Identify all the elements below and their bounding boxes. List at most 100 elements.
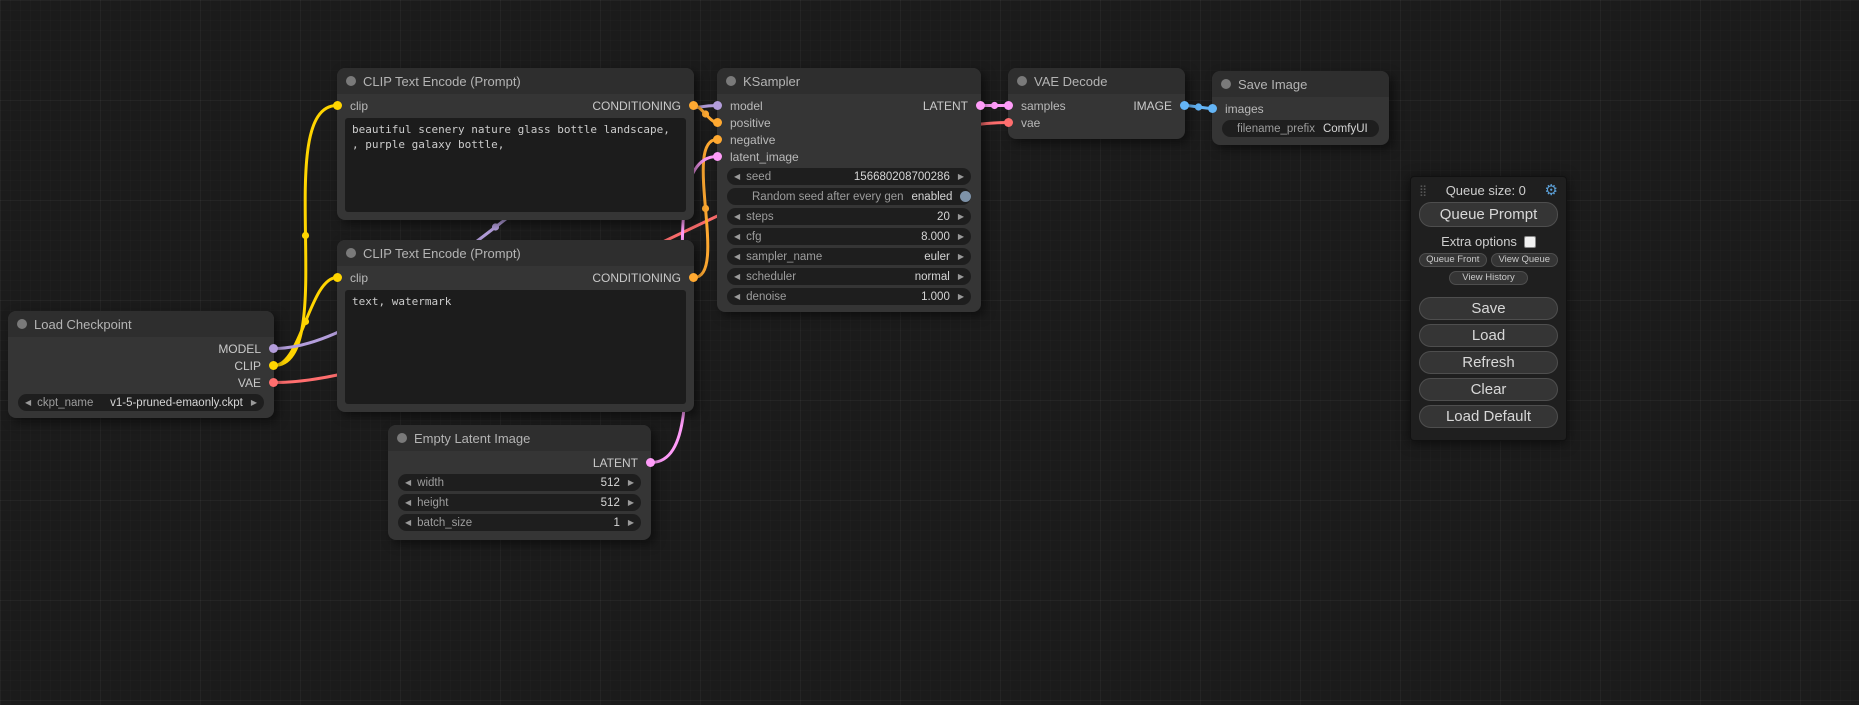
input-label: latent_image bbox=[730, 150, 799, 164]
seed-widget[interactable]: ◀ seed 156680208700286 ▶ bbox=[727, 168, 971, 185]
model-output-slot[interactable] bbox=[269, 344, 278, 353]
slot-row: model LATENT bbox=[717, 97, 981, 114]
clip-output-slot[interactable] bbox=[269, 361, 278, 370]
steps-widget[interactable]: ◀ steps 20 ▶ bbox=[727, 208, 971, 225]
collapse-dot-icon[interactable] bbox=[397, 433, 407, 443]
node-titlebar[interactable]: CLIP Text Encode (Prompt) bbox=[337, 240, 694, 266]
increment-arrow-icon[interactable]: ▶ bbox=[958, 228, 964, 245]
widget-name: Random seed after every gen bbox=[752, 191, 904, 203]
link-midpoint-dot bbox=[1195, 103, 1202, 110]
increment-arrow-icon[interactable]: ▶ bbox=[958, 168, 964, 185]
increment-arrow-icon[interactable]: ▶ bbox=[958, 288, 964, 305]
increment-arrow-icon[interactable]: ▶ bbox=[628, 474, 634, 491]
vae-output-slot[interactable] bbox=[269, 378, 278, 387]
node-empty-latent-image[interactable]: Empty Latent Image LATENT ◀ width 512 ▶ … bbox=[388, 425, 651, 540]
decrement-arrow-icon[interactable]: ◀ bbox=[734, 268, 740, 285]
increment-arrow-icon[interactable]: ▶ bbox=[628, 494, 634, 511]
clear-button[interactable]: Clear bbox=[1419, 378, 1558, 401]
increment-arrow-icon[interactable]: ▶ bbox=[958, 208, 964, 225]
decrement-arrow-icon[interactable]: ◀ bbox=[734, 208, 740, 225]
node-load-checkpoint[interactable]: Load Checkpoint MODEL CLIP VAE ◀ ckpt_na… bbox=[8, 311, 274, 418]
cfg-widget[interactable]: ◀ cfg 8.000 ▶ bbox=[727, 228, 971, 245]
settings-gear-icon[interactable]: ⚙ bbox=[1545, 181, 1558, 199]
load-button[interactable]: Load bbox=[1419, 324, 1558, 347]
collapse-dot-icon[interactable] bbox=[1017, 76, 1027, 86]
latent-output-slot[interactable] bbox=[976, 101, 985, 110]
node-titlebar[interactable]: Load Checkpoint bbox=[8, 311, 274, 337]
queue-small-buttons-row: Queue Front View Queue bbox=[1419, 253, 1558, 267]
filename-prefix-widget[interactable]: filename_prefix ComfyUI bbox=[1222, 120, 1379, 137]
sampler-name-widget[interactable]: ◀ sampler_name euler ▶ bbox=[727, 248, 971, 265]
widget-value: 512 bbox=[457, 497, 620, 509]
extra-options-checkbox[interactable] bbox=[1524, 236, 1536, 248]
collapse-dot-icon[interactable] bbox=[346, 248, 356, 258]
increment-arrow-icon[interactable]: ▶ bbox=[628, 514, 634, 531]
view-history-row: View History bbox=[1419, 271, 1558, 285]
node-titlebar[interactable]: CLIP Text Encode (Prompt) bbox=[337, 68, 694, 94]
load-default-button[interactable]: Load Default bbox=[1419, 405, 1558, 428]
node-clip-text-encode-positive[interactable]: CLIP Text Encode (Prompt) clip CONDITION… bbox=[337, 68, 694, 220]
clip-input-slot[interactable] bbox=[333, 101, 342, 110]
link-midpoint-dot bbox=[702, 205, 709, 212]
clip-input-slot[interactable] bbox=[333, 273, 342, 282]
images-input-slot[interactable] bbox=[1208, 104, 1217, 113]
queue-prompt-button[interactable]: Queue Prompt bbox=[1419, 202, 1558, 227]
graph-canvas[interactable]: Load Checkpoint MODEL CLIP VAE ◀ ckpt_na… bbox=[0, 0, 1859, 705]
decrement-arrow-icon[interactable]: ◀ bbox=[734, 228, 740, 245]
decrement-arrow-icon[interactable]: ◀ bbox=[405, 494, 411, 511]
node-titlebar[interactable]: Save Image bbox=[1212, 71, 1389, 97]
view-history-button[interactable]: View History bbox=[1449, 271, 1528, 285]
decrement-arrow-icon[interactable]: ◀ bbox=[734, 248, 740, 265]
scheduler-widget[interactable]: ◀ scheduler normal ▶ bbox=[727, 268, 971, 285]
queue-front-button[interactable]: Queue Front bbox=[1419, 253, 1487, 267]
width-widget[interactable]: ◀ width 512 ▶ bbox=[398, 474, 641, 491]
negative-input-slot[interactable] bbox=[713, 135, 722, 144]
ckpt-name-widget[interactable]: ◀ ckpt_name v1-5-pruned-emaonly.ckpt ▶ bbox=[18, 394, 264, 411]
node-titlebar[interactable]: VAE Decode bbox=[1008, 68, 1185, 94]
positive-input-slot[interactable] bbox=[713, 118, 722, 127]
positive-prompt-textarea[interactable]: beautiful scenery nature glass bottle la… bbox=[345, 118, 686, 212]
node-clip-text-encode-negative[interactable]: CLIP Text Encode (Prompt) clip CONDITION… bbox=[337, 240, 694, 412]
node-titlebar[interactable]: Empty Latent Image bbox=[388, 425, 651, 451]
random-seed-toggle-widget[interactable]: Random seed after every gen enabled bbox=[727, 188, 971, 205]
denoise-widget[interactable]: ◀ denoise 1.000 ▶ bbox=[727, 288, 971, 305]
save-button[interactable]: Save bbox=[1419, 297, 1558, 320]
collapse-dot-icon[interactable] bbox=[17, 319, 27, 329]
input-label: samples bbox=[1021, 99, 1066, 113]
link-midpoint-dot bbox=[492, 223, 499, 230]
decrement-arrow-icon[interactable]: ◀ bbox=[25, 394, 31, 411]
increment-arrow-icon[interactable]: ▶ bbox=[958, 268, 964, 285]
toggle-knob-icon[interactable] bbox=[960, 191, 971, 202]
increment-arrow-icon[interactable]: ▶ bbox=[251, 394, 257, 411]
view-queue-button[interactable]: View Queue bbox=[1491, 253, 1559, 267]
negative-prompt-textarea[interactable]: text, watermark bbox=[345, 290, 686, 404]
node-save-image[interactable]: Save Image images filename_prefix ComfyU… bbox=[1212, 71, 1389, 145]
decrement-arrow-icon[interactable]: ◀ bbox=[405, 474, 411, 491]
collapse-dot-icon[interactable] bbox=[346, 76, 356, 86]
node-vae-decode[interactable]: VAE Decode samples IMAGE vae bbox=[1008, 68, 1185, 139]
model-input-slot[interactable] bbox=[713, 101, 722, 110]
link-midpoint-dot bbox=[991, 102, 998, 109]
conditioning-output-slot[interactable] bbox=[689, 101, 698, 110]
widget-value: 512 bbox=[452, 477, 620, 489]
conditioning-output-slot[interactable] bbox=[689, 273, 698, 282]
input-row-positive: positive bbox=[717, 114, 981, 131]
decrement-arrow-icon[interactable]: ◀ bbox=[405, 514, 411, 531]
image-output-slot[interactable] bbox=[1180, 101, 1189, 110]
latent-output-slot[interactable] bbox=[646, 458, 655, 467]
decrement-arrow-icon[interactable]: ◀ bbox=[734, 168, 740, 185]
refresh-button[interactable]: Refresh bbox=[1419, 351, 1558, 374]
samples-input-slot[interactable] bbox=[1004, 101, 1013, 110]
collapse-dot-icon[interactable] bbox=[1221, 79, 1231, 89]
node-ksampler[interactable]: KSampler model LATENT positive negative … bbox=[717, 68, 981, 312]
batch-size-widget[interactable]: ◀ batch_size 1 ▶ bbox=[398, 514, 641, 531]
node-titlebar[interactable]: KSampler bbox=[717, 68, 981, 94]
latent-image-input-slot[interactable] bbox=[713, 152, 722, 161]
vae-input-slot[interactable] bbox=[1004, 118, 1013, 127]
decrement-arrow-icon[interactable]: ◀ bbox=[734, 288, 740, 305]
collapse-dot-icon[interactable] bbox=[726, 76, 736, 86]
increment-arrow-icon[interactable]: ▶ bbox=[958, 248, 964, 265]
widget-value: normal bbox=[804, 271, 950, 283]
panel-drag-handle-icon[interactable]: ⣿ bbox=[1419, 184, 1427, 197]
height-widget[interactable]: ◀ height 512 ▶ bbox=[398, 494, 641, 511]
